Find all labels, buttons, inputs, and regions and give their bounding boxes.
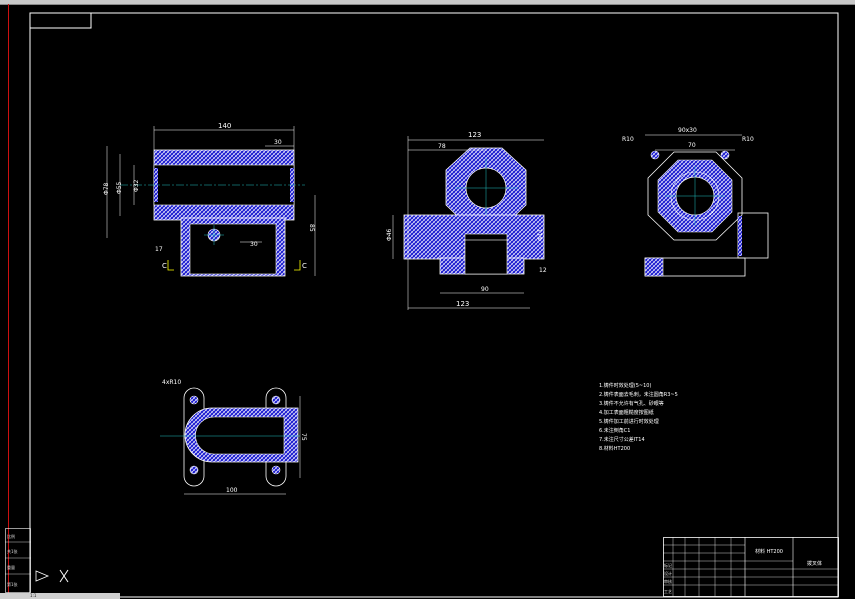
note-3: 3.铸件不允许有气孔、砂眼等 [599,400,664,407]
svg-text:第1张: 第1张 [7,581,18,587]
svg-text:审核: 审核 [664,578,672,584]
svg-text:Φ32: Φ32 [133,179,140,192]
status-scale: 1:1 [30,593,37,598]
svg-text:30: 30 [250,241,258,248]
status-bar: 1:1 [0,593,120,599]
svg-text:Φ11: Φ11 [537,228,544,241]
right-view: 90x30 70 R10 R10 [622,127,769,277]
svg-text:Φ55: Φ55 [116,181,123,194]
ucs-axis-icon [35,569,69,583]
svg-text:Φ46: Φ46 [386,228,393,241]
svg-text:70: 70 [688,142,696,149]
svg-text:共1张: 共1张 [7,548,18,554]
svg-text:标记: 标记 [664,562,672,568]
svg-text:75: 75 [300,433,307,441]
technical-notes: 1.铸件时效处理(5~10) 2.铸件表面去毛刺，未注圆角R3~5 3.铸件不允… [599,382,678,452]
svg-text:Φ78: Φ78 [103,182,110,195]
svg-text:17: 17 [155,246,163,253]
dim-length: 140 [218,122,231,130]
svg-text:12: 12 [539,267,547,274]
svg-text:R10: R10 [622,136,634,143]
svg-text:C: C [162,262,167,270]
corner-label-box [29,12,92,29]
front-view: 140 30 Φ78 Φ55 Φ32 85 30 17 C C [103,122,316,277]
drawing-svg[interactable]: 140 30 Φ78 Φ55 Φ32 85 30 17 C C 123 78 Φ… [9,4,855,599]
svg-text:85: 85 [308,224,315,232]
left-legend: 比例 共1张 重量 第1张 [5,528,31,593]
svg-text:90x30: 90x30 [678,127,697,134]
plan-view: 4xR10 100 75 [160,379,307,495]
drawing-border [29,12,839,598]
title-name: 拨叉体 [807,560,822,567]
svg-text:重量: 重量 [7,564,15,570]
note-2: 2.铸件表面去毛刺，未注圆角R3~5 [599,391,678,398]
title-material: 材料 HT200 [755,548,783,555]
svg-text:比例: 比例 [7,533,15,539]
svg-text:100: 100 [226,487,238,494]
side-view: 123 78 Φ46 Φ11 90 123 12 [386,131,547,310]
svg-text:123: 123 [456,300,469,308]
svg-text:R10: R10 [742,136,754,143]
svg-text:工艺: 工艺 [664,589,672,594]
svg-text:4xR10: 4xR10 [162,379,181,386]
svg-text:C: C [302,262,307,270]
note-6: 6.未注倒角C1 [599,427,630,434]
note-8: 8.材料HT200 [599,445,630,452]
title-block: 材料 HT200 拨叉体 标记 设计 审核 工艺 [663,537,839,597]
note-1: 1.铸件时效处理(5~10) [599,382,651,389]
note-5: 5.铸件加工前进行时效处理 [599,418,659,425]
svg-text:90: 90 [481,286,489,293]
svg-text:123: 123 [468,131,481,139]
cad-model-space[interactable]: 140 30 Φ78 Φ55 Φ32 85 30 17 C C 123 78 Φ… [0,0,855,599]
note-4: 4.加工表面粗糙度按图纸 [599,409,654,416]
note-7: 7.未注尺寸公差IT14 [599,436,645,443]
svg-text:30: 30 [274,139,282,146]
svg-text:设计: 设计 [664,570,672,576]
svg-text:78: 78 [438,143,446,150]
